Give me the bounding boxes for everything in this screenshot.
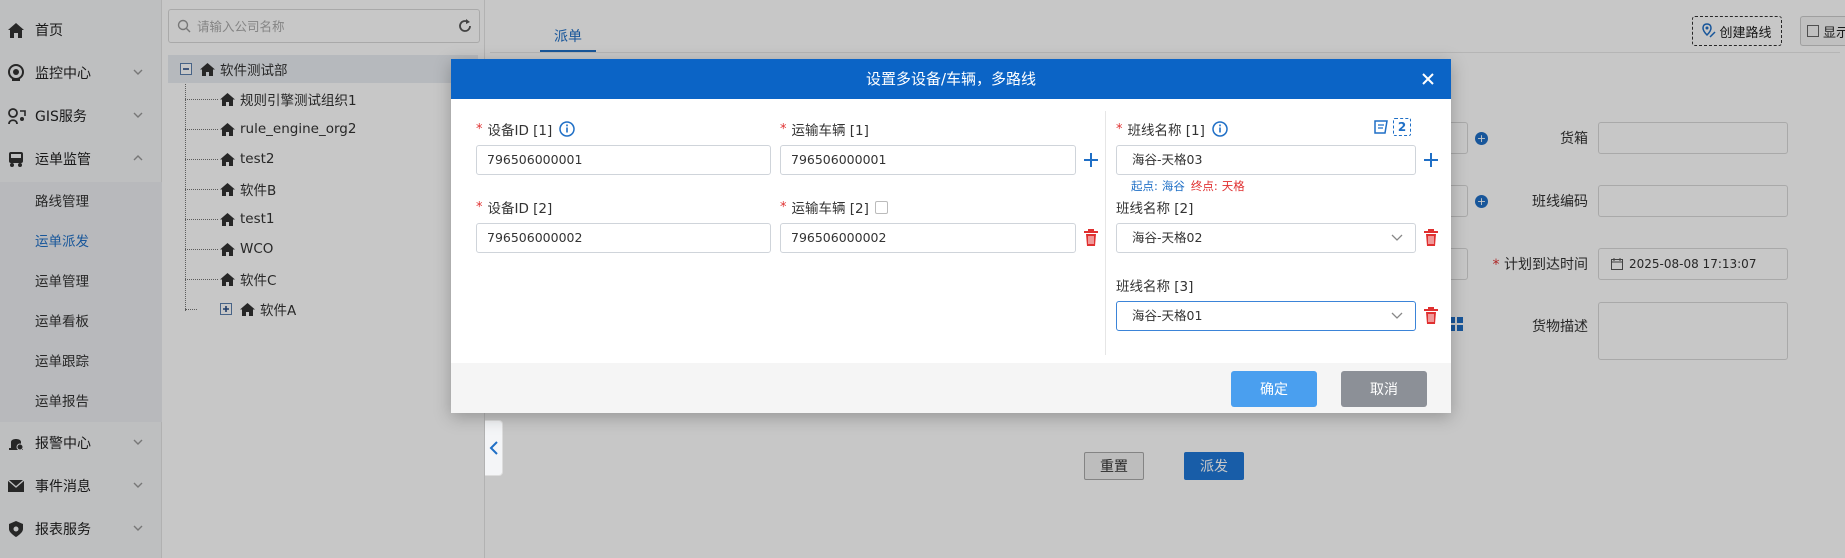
trash-icon[interactable]	[1423, 307, 1439, 325]
end-point-value: 天格	[1221, 179, 1245, 193]
route-count-badge[interactable]: 2	[1373, 118, 1411, 136]
end-point-key: 终点:	[1190, 179, 1218, 193]
chevron-down-icon	[1391, 234, 1403, 241]
dialog-title: 设置多设备/车辆，多路线	[865, 70, 1037, 88]
column-divider	[1105, 111, 1106, 355]
vehicle-2-input[interactable]: 796506000002	[780, 223, 1076, 253]
chevron-down-icon	[1391, 312, 1403, 319]
device-id-2-input[interactable]: 796506000002	[476, 223, 771, 253]
add-route-icon[interactable]	[1422, 151, 1440, 169]
route-1-label-text: 班线名称 [1]	[1127, 123, 1205, 139]
trash-icon[interactable]	[1423, 229, 1439, 247]
chevron-left-icon	[489, 441, 498, 455]
collapse-panel-tab[interactable]	[485, 420, 503, 476]
route-1-endpoints: 起点: 海谷 终点: 天格	[1131, 178, 1245, 194]
vehicle-2-checkbox[interactable]	[874, 200, 888, 214]
vehicle-1-input[interactable]: 796506000001	[780, 145, 1076, 175]
start-point-value: 海谷	[1161, 179, 1185, 193]
route-2-value: 海谷-天格02	[1132, 230, 1203, 245]
info-icon[interactable]	[559, 121, 576, 137]
dialog-header: 设置多设备/车辆，多路线	[451, 59, 1451, 99]
info-icon[interactable]	[1212, 121, 1228, 137]
route-3-select[interactable]: 海谷-天格01	[1116, 301, 1416, 331]
vehicle-2-label-text: 运输车辆 [2]	[791, 201, 869, 217]
route-3-value: 海谷-天格01	[1132, 308, 1203, 323]
route-2-label: 班线名称 [2]	[1116, 201, 1194, 217]
device-id-1-input[interactable]: 796506000001	[476, 145, 771, 175]
route-list-icon	[1374, 120, 1388, 134]
device-id-2-label: * 设备ID [2]	[476, 197, 553, 218]
cancel-button[interactable]: 取消	[1341, 371, 1427, 407]
route-1-input[interactable]: 海谷-天格03	[1116, 145, 1416, 175]
route-count: 2	[1393, 118, 1411, 136]
trash-icon[interactable]	[1083, 229, 1099, 247]
start-point-key: 起点:	[1131, 179, 1158, 193]
device-id-1-label-text: 设备ID [1]	[487, 123, 553, 139]
vehicle-1-label: * 运输车辆 [1]	[780, 119, 869, 140]
route-2-select[interactable]: 海谷-天格02	[1116, 223, 1416, 253]
vehicle-1-label-text: 运输车辆 [1]	[791, 123, 869, 139]
confirm-button[interactable]: 确定	[1231, 371, 1317, 407]
multi-device-route-dialog: 设置多设备/车辆，多路线 * 设备ID [1] 796506000001 * 运输车…	[451, 59, 1451, 413]
vehicle-2-label: * 运输车辆 [2]	[780, 197, 888, 217]
close-icon[interactable]	[1419, 70, 1437, 88]
device-id-1-label: * 设备ID [1]	[476, 119, 576, 139]
add-device-icon[interactable]	[1082, 151, 1100, 169]
route-1-label: * 班线名称 [1]	[1116, 119, 1228, 139]
route-3-label: 班线名称 [3]	[1116, 279, 1194, 295]
device-id-2-label-text: 设备ID [2]	[487, 201, 553, 217]
